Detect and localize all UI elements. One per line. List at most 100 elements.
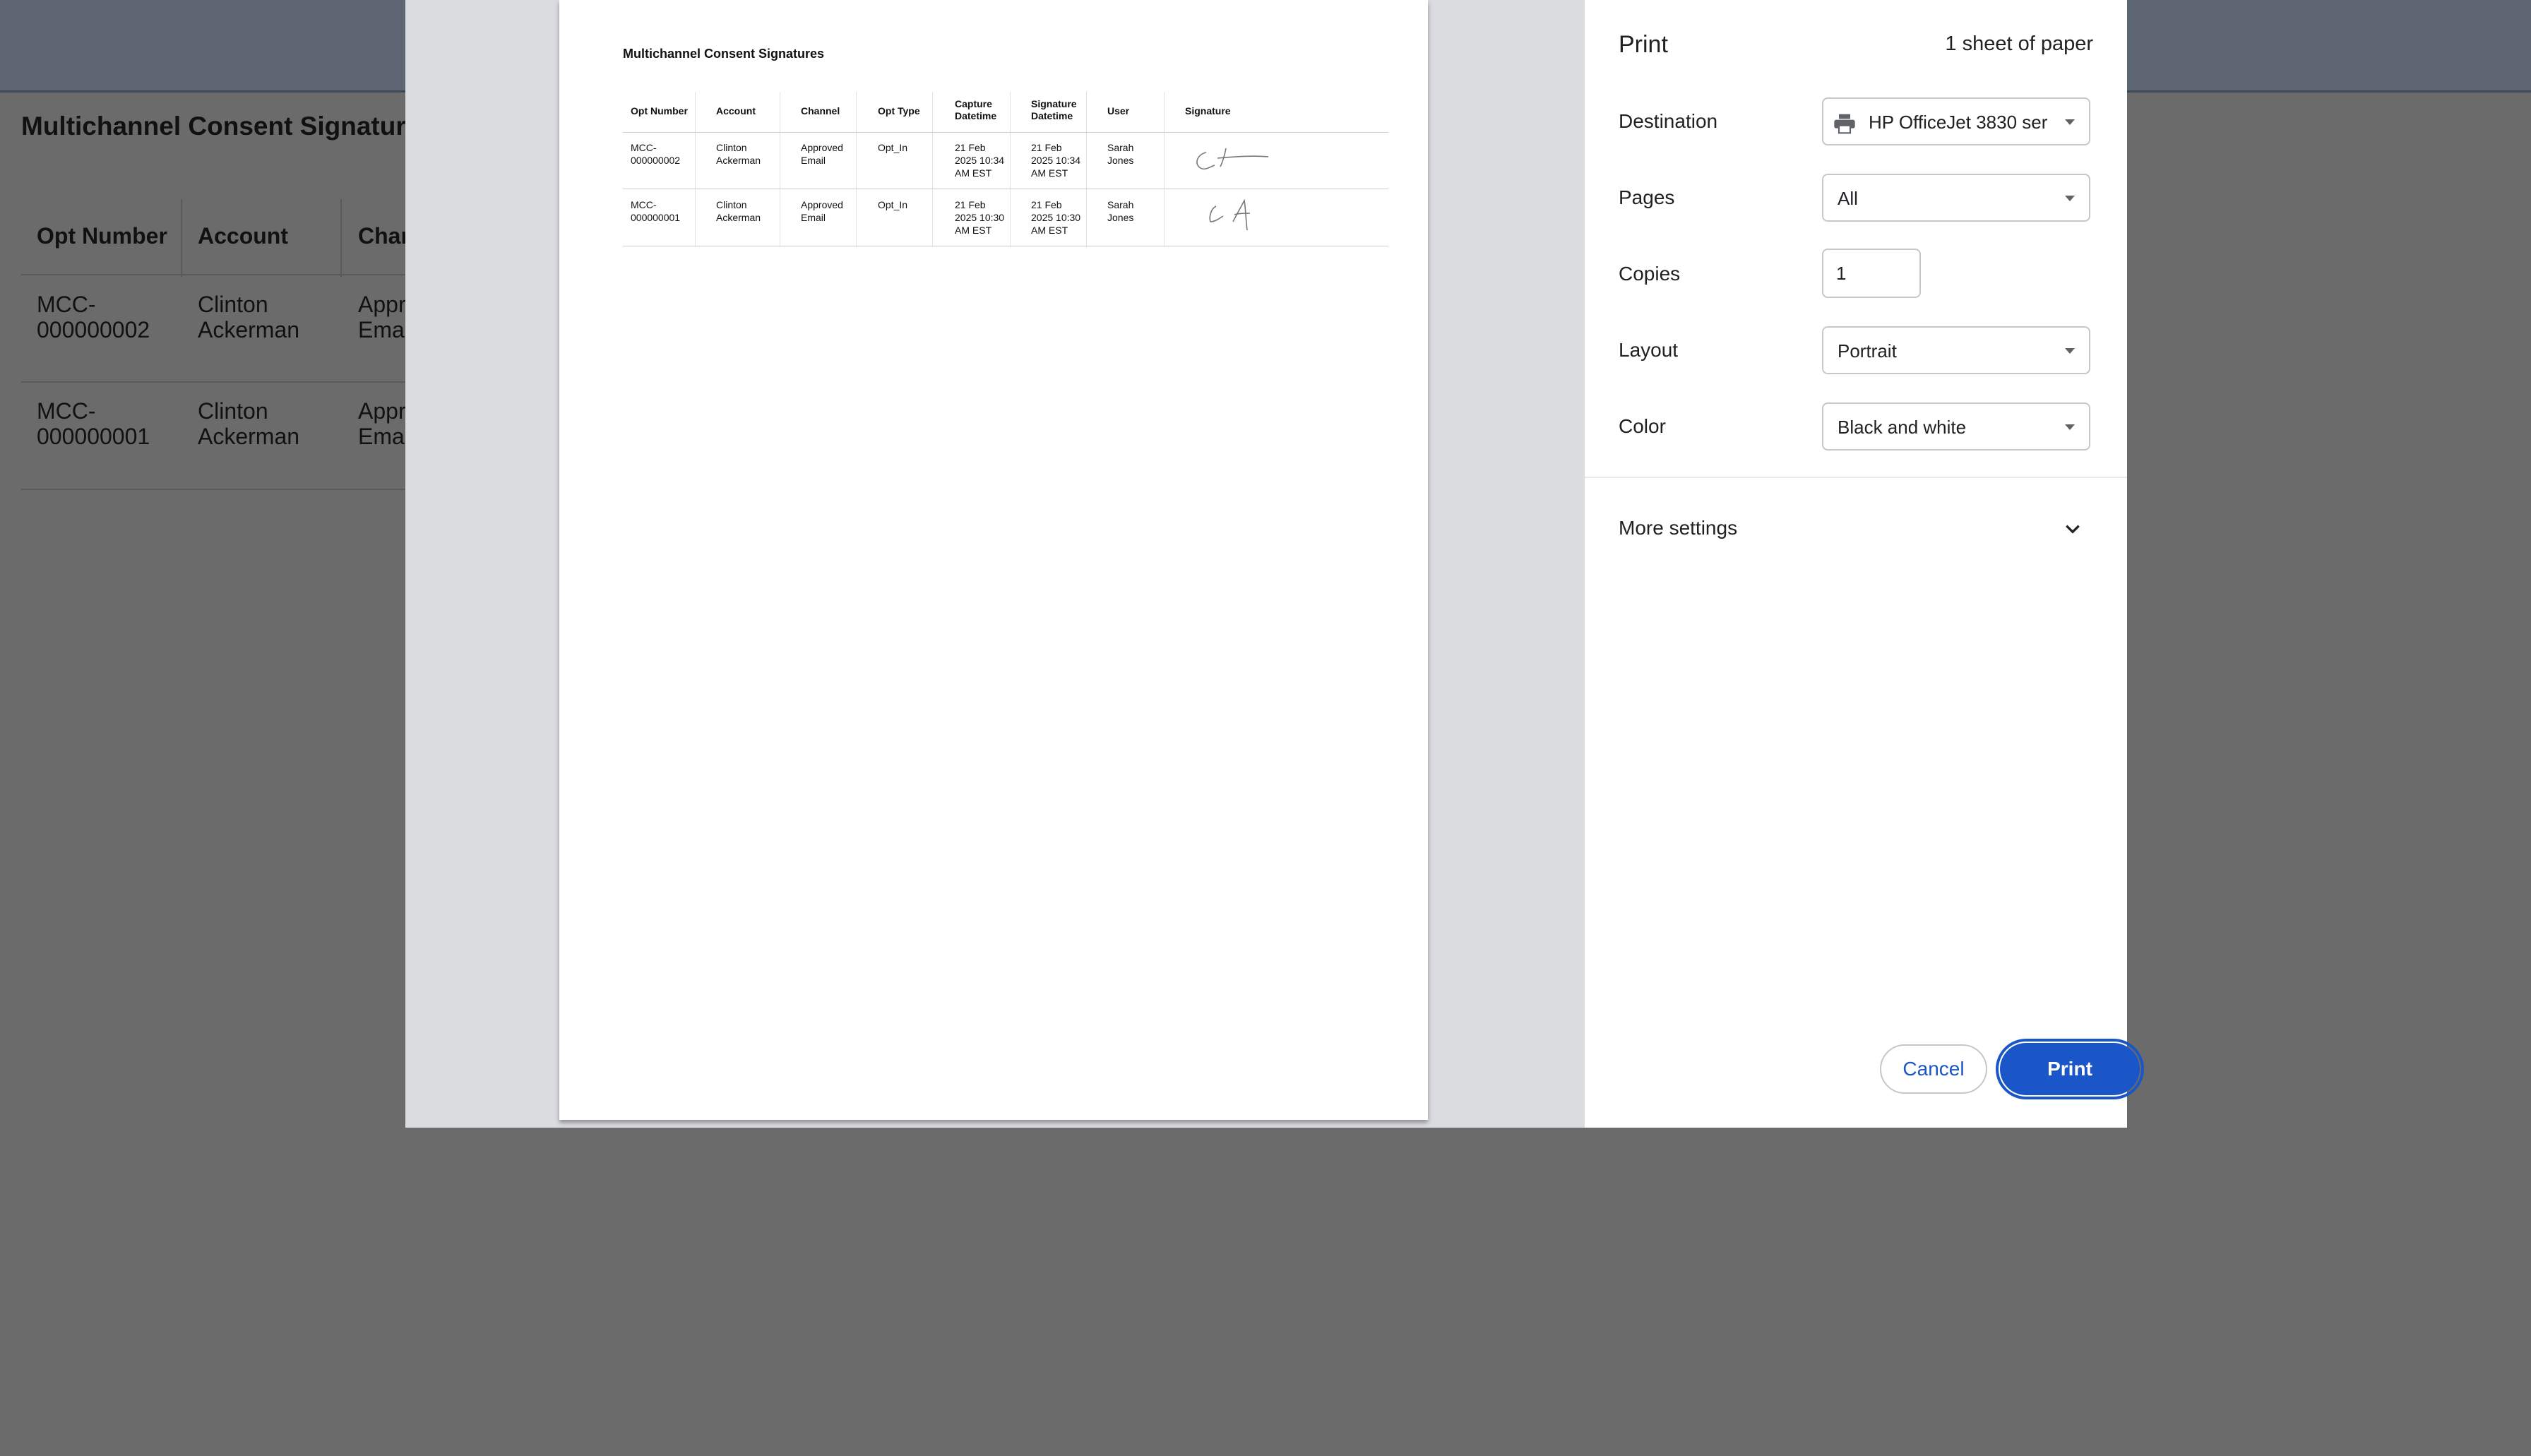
more-settings-toggle[interactable]: More settings [1585,501,2127,558]
preview-column-divider [1086,92,1087,247]
chevron-down-icon [2066,525,2080,534]
background-row-divider [21,274,417,275]
background-account: Clinton [198,292,268,317]
preview-cell-text: 21 Feb [955,142,986,153]
preview-column-divider [1010,92,1011,247]
background-row-divider [21,381,417,383]
dropdown-caret-icon [2065,348,2075,354]
background-account: Ackerman [198,424,300,449]
preview-column-divider [856,92,857,247]
preview-header-signature-datetime: Signature Datetime [1031,98,1077,122]
preview-cell-text: Ackerman [716,212,761,223]
color-label: Color [1619,415,1666,437]
preview-cell-text: Sarah [1107,142,1134,153]
preview-cell-text: 21 Feb [1031,142,1062,153]
layout-label: Layout [1619,339,1679,361]
background-column-header-account: Account [198,223,288,249]
preview-cell-text: AM EST [1031,167,1068,179]
background-page-title: Multichannel Consent Signatures [21,112,435,141]
preview-header-signature: Signature [1185,105,1231,117]
background-row-divider [21,489,417,490]
dropdown-caret-icon [2065,119,2075,125]
layout-select[interactable]: Portrait [1822,326,2090,374]
preview-capture-datetime: 21 Feb 2025 10:34 AM EST [955,141,1004,179]
settings-divider [1585,477,2127,478]
preview-channel: Approved Email [801,141,843,167]
preview-page: Multichannel Consent Signatures Opt Numb… [559,0,1428,1120]
preview-header-opt-type: Opt Type [878,105,920,117]
print-preview-area[interactable]: Multichannel Consent Signatures Opt Numb… [405,0,1585,1128]
preview-channel: Approved Email [801,198,843,224]
color-select[interactable]: Black and white [1822,402,2090,450]
preview-header-account: Account [716,105,756,117]
preview-opt-number: MCC- 000000002 [631,141,680,167]
preview-cell-text: 21 Feb [955,199,986,210]
preview-opt-type: Opt_In [878,199,908,210]
background-column-header-channel: Char [358,223,410,249]
dropdown-caret-icon [2065,424,2075,430]
preview-user: Sarah Jones [1107,141,1133,167]
preview-cell-text: Email [801,155,826,166]
preview-column-divider [932,92,933,247]
layout-value: Portrait [1838,340,1897,362]
preview-cell-text: MCC- [631,199,657,210]
pages-select[interactable]: All [1822,174,2090,222]
copies-input[interactable] [1822,249,1921,298]
preview-cell-text: 000000001 [631,212,681,223]
preview-row-divider [623,132,1388,133]
preview-header-text: Signature [1031,98,1077,109]
preview-header-channel: Channel [801,105,840,117]
background-account: Ackerman [198,317,300,342]
preview-column-divider [1164,92,1165,247]
preview-cell-text: AM EST [955,225,992,236]
preview-header-text: Capture [955,98,992,109]
more-settings-label: More settings [1619,517,1738,539]
preview-header-text: Datetime [1031,110,1073,121]
cancel-button[interactable]: Cancel [1880,1044,1987,1094]
print-button[interactable]: Print [2000,1043,2140,1095]
preview-user: Sarah Jones [1107,198,1133,224]
preview-opt-number: MCC- 000000001 [631,198,680,224]
preview-cell-text: Clinton [716,199,747,210]
print-dialog-title: Print [1619,31,1668,58]
pages-label: Pages [1619,186,1675,208]
background-column-header-opt-number: Opt Number [37,223,167,249]
preview-cell-text: 2025 10:34 [1031,155,1081,166]
preview-capture-datetime: 21 Feb 2025 10:30 AM EST [955,198,1004,237]
background-account: Clinton [198,398,268,424]
preview-cell-text: Ackerman [716,155,761,166]
destination-value: HP OfficeJet 3830 ser [1869,112,2048,133]
print-dialog: Multichannel Consent Signatures Opt Numb… [405,0,2144,1128]
background-opt-number: MCC- [37,398,96,424]
background-opt-number: 000000001 [37,424,150,449]
preview-cell-text: AM EST [1031,225,1068,236]
preview-account: Clinton Ackerman [716,141,761,167]
background-opt-number: 000000002 [37,317,150,342]
preview-cell-text: Approved [801,142,843,153]
preview-account: Clinton Ackerman [716,198,761,224]
preview-cell-text: 2025 10:30 [955,212,1005,223]
pages-value: All [1838,188,1858,209]
printer-icon [1834,114,1855,134]
sheet-count: 1 sheet of paper [1945,32,2093,55]
copies-label: Copies [1619,263,1681,285]
destination-label: Destination [1619,110,1718,132]
signature-image [1209,198,1251,231]
preview-cell-text: 21 Feb [1031,199,1062,210]
preview-signature-datetime: 21 Feb 2025 10:30 AM EST [1031,198,1080,237]
preview-cell-text: Clinton [716,142,747,153]
preview-header-text: Datetime [955,110,997,121]
preview-column-divider [695,92,696,247]
preview-header-capture-datetime: Capture Datetime [955,98,996,122]
preview-cell-text: 2025 10:30 [1031,212,1081,223]
background-opt-number: MCC- [37,292,96,317]
preview-header-user: User [1107,105,1130,117]
preview-cell-text: Approved [801,199,843,210]
dropdown-caret-icon [2065,196,2075,201]
preview-header-opt-number: Opt Number [631,105,688,117]
preview-cell-text: MCC- [631,142,657,153]
preview-cell-text: AM EST [955,167,992,179]
background-column-divider [340,199,342,277]
destination-select[interactable]: HP OfficeJet 3830 ser [1822,97,2090,145]
preview-signature-datetime: 21 Feb 2025 10:34 AM EST [1031,141,1080,179]
